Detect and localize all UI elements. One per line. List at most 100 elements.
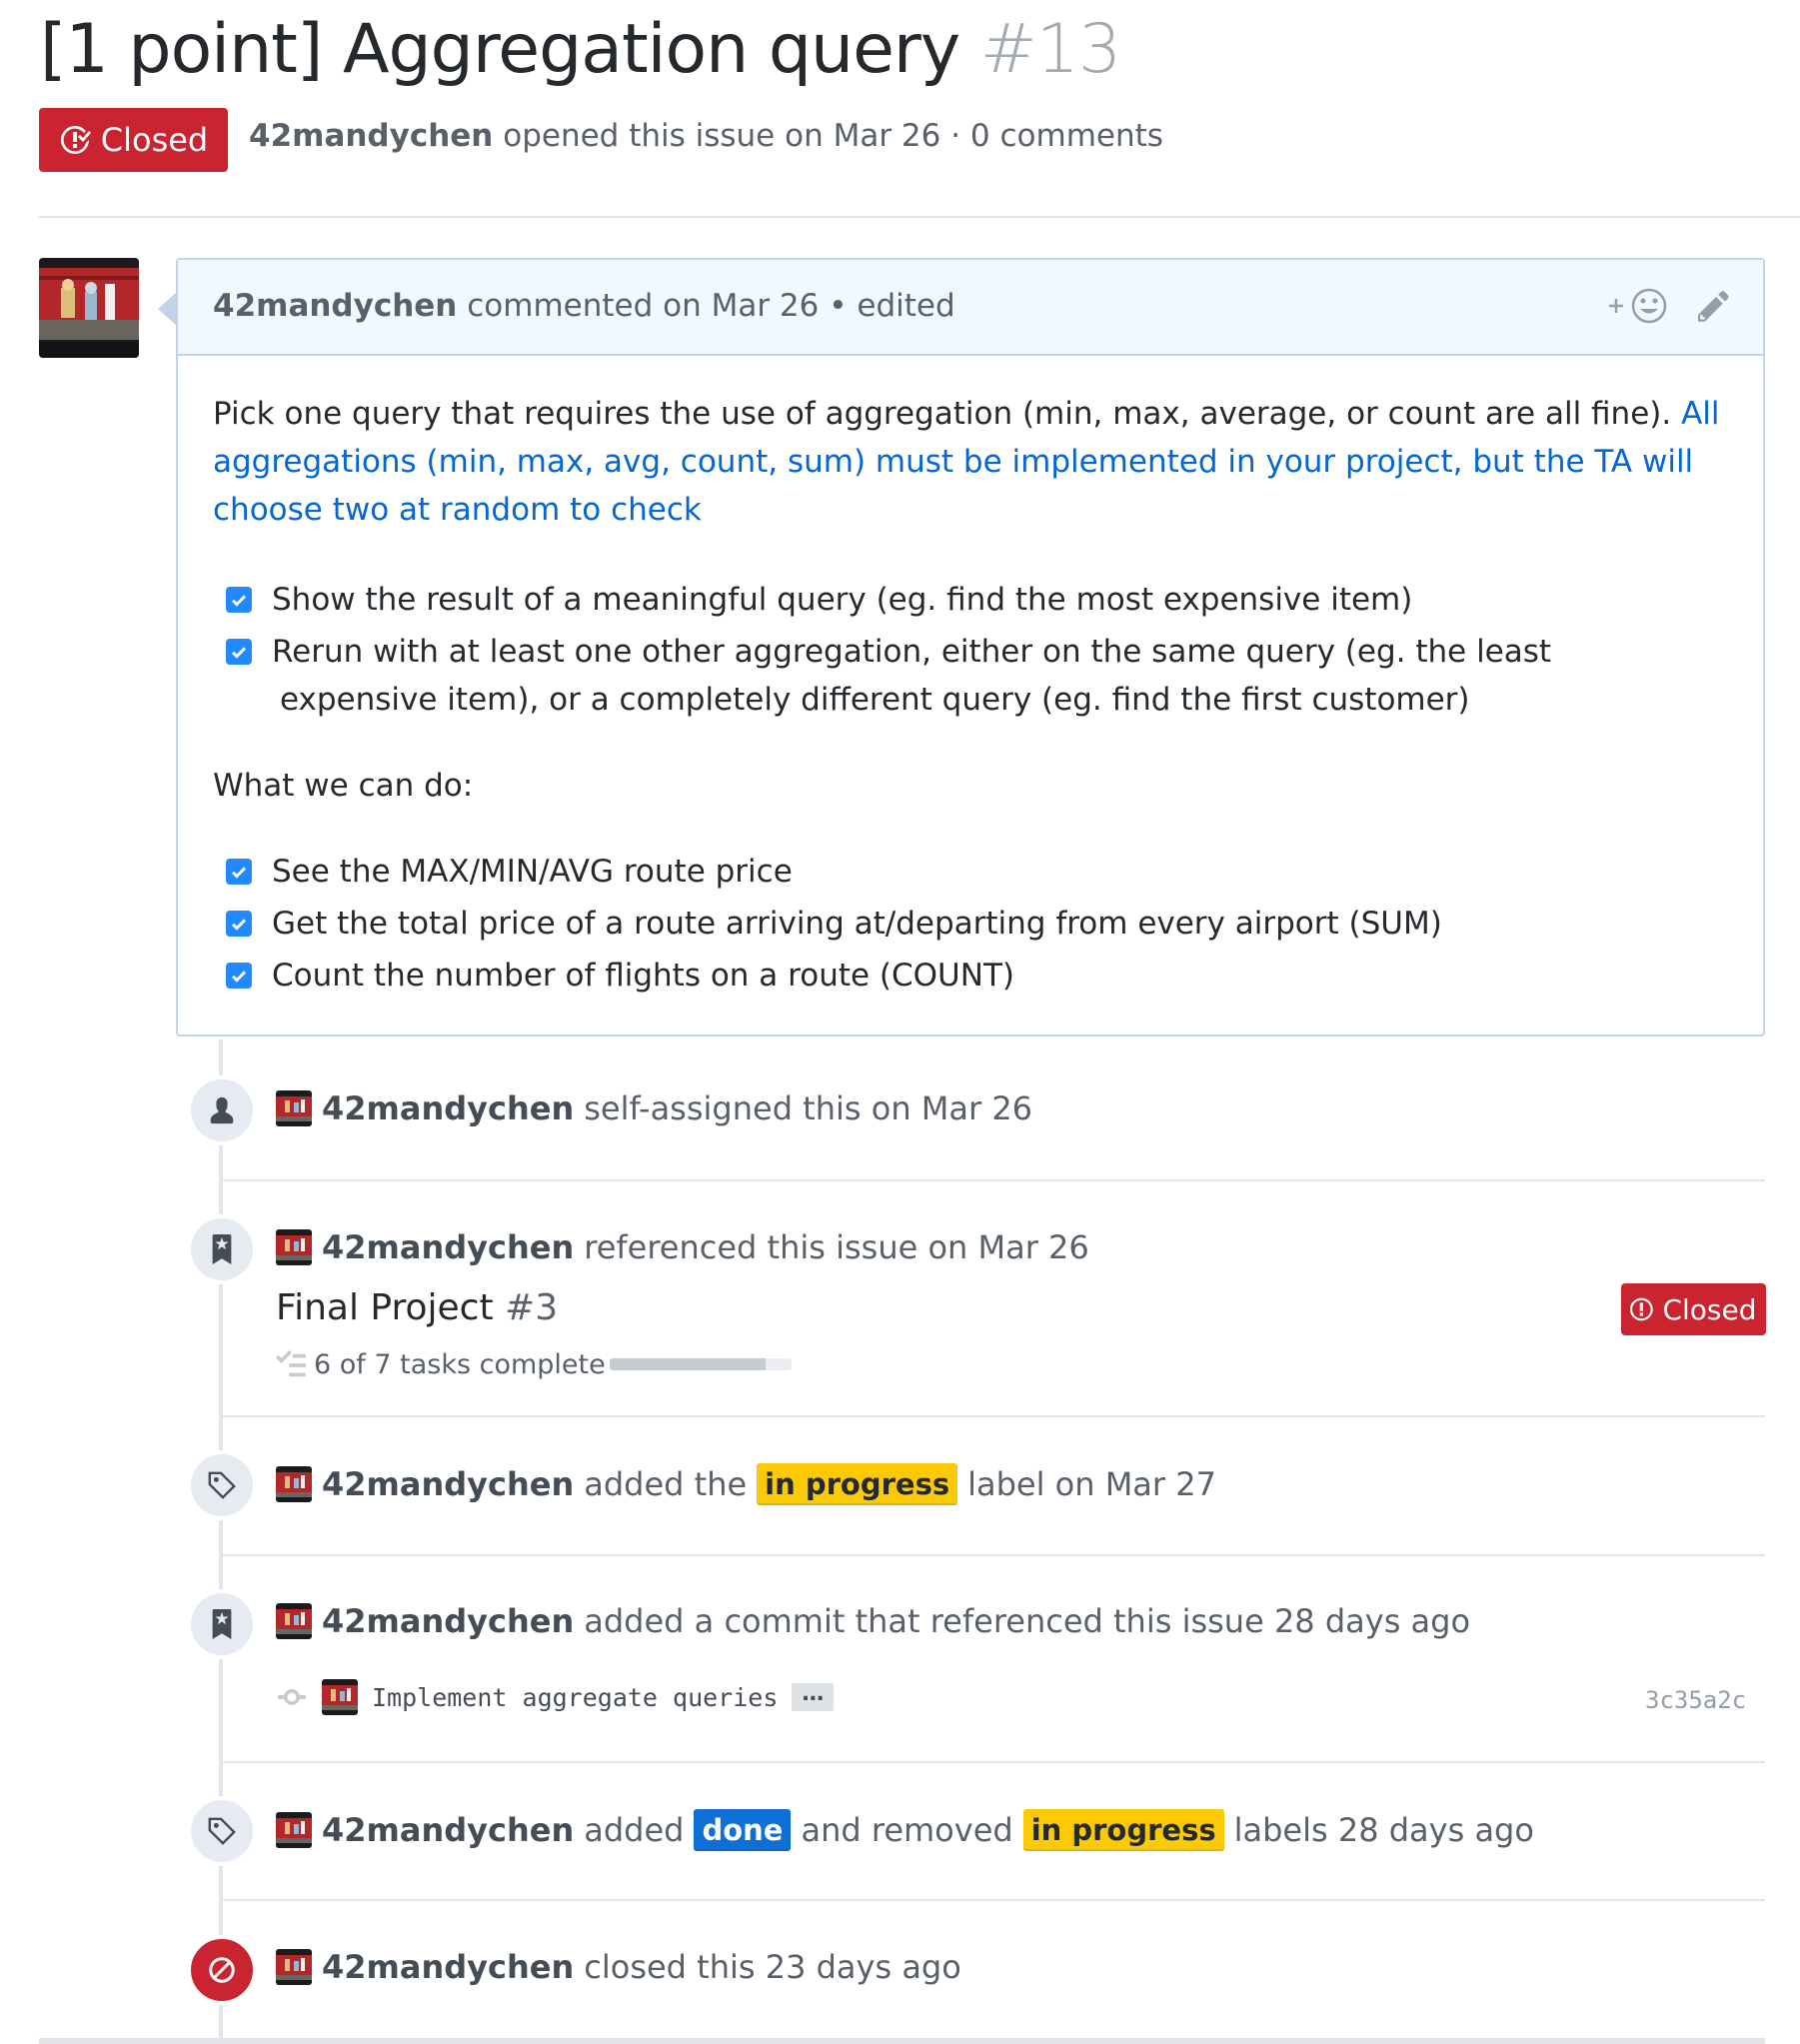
task-list-1: Show the result of a meaningful query (e… (226, 576, 1551, 724)
task-item: Get the total price of a route arriving … (226, 900, 1442, 948)
task-checkbox[interactable] (226, 911, 252, 937)
task-item: Count the number of flights on a route (… (226, 952, 1442, 1000)
task-progress-fill (610, 1358, 766, 1370)
task-text: Rerun with at least one other aggregatio… (272, 634, 1552, 670)
task-text-continuation: expensive item), or a completely differe… (226, 676, 1551, 724)
avatar[interactable] (276, 1466, 312, 1502)
event-text: referenced this issue on Mar 26 (584, 1228, 1089, 1266)
avatar[interactable] (276, 1949, 312, 1985)
pencil-icon[interactable] (1698, 288, 1734, 324)
tag-icon (187, 1796, 257, 1866)
avatar[interactable] (276, 1090, 312, 1126)
referenced-issue-state-badge: Closed (1621, 1283, 1766, 1335)
issue-title: [1 point] Aggregation query #13 (40, 8, 1122, 92)
issue-closed-icon (60, 125, 91, 154)
label-in-progress[interactable]: in progress (1022, 1809, 1224, 1851)
label-done[interactable]: done (694, 1809, 792, 1851)
task-text: Get the total price of a route arriving … (272, 906, 1442, 942)
timeline-separator (219, 1554, 1765, 1556)
timeline-separator (219, 1899, 1765, 1901)
referenced-issue-title[interactable]: Final Project #3 (276, 1287, 558, 1328)
commit-sha-link[interactable]: 3c35a2c (1645, 1686, 1746, 1714)
task-text: Show the result of a meaningful query (e… (272, 582, 1413, 618)
timeline-bottom-rule (39, 2038, 1765, 2044)
circle-slash-icon (187, 1935, 257, 2005)
task-progress-bar (610, 1358, 792, 1370)
intro-plain: Pick one query that requires the use of … (213, 396, 1672, 432)
comment-box: 42mandychen commented on Mar 26 • edited… (176, 258, 1765, 1036)
issue-meta: 42mandychen opened this issue on Mar 26 … (249, 118, 1163, 154)
event-actor-link[interactable]: 42mandychen (322, 1948, 574, 1986)
task-checkbox[interactable] (226, 859, 252, 885)
issue-opened-text: opened this issue on Mar 26 · 0 comments (503, 118, 1163, 154)
comment-header: 42mandychen commented on Mar 26 • edited (178, 260, 1763, 356)
issue-state-badge: Closed (39, 108, 228, 172)
issue-opened-icon (1630, 1297, 1654, 1321)
event-actor-link[interactable]: 42mandychen (322, 1089, 574, 1127)
issue-number: #13 (979, 10, 1122, 89)
tasklist-icon (276, 1349, 306, 1376)
task-checkbox[interactable] (226, 963, 252, 989)
comment-author-link[interactable]: 42mandychen (213, 288, 457, 324)
what-we-can-do-heading: What we can do: (213, 768, 474, 804)
header-divider (39, 216, 1800, 218)
event-text-pre: added (584, 1811, 685, 1849)
issue-author-link[interactable]: 42mandychen (249, 118, 493, 154)
tag-icon (187, 1450, 257, 1520)
comment-intro: Pick one query that requires the use of … (213, 390, 1720, 534)
event-labeled: 42mandychen added the in progress label … (276, 1463, 1216, 1505)
timeline-line (219, 1039, 223, 2044)
event-actor-link[interactable]: 42mandychen (322, 1602, 574, 1640)
event-actor-link[interactable]: 42mandychen (322, 1811, 574, 1849)
person-icon (187, 1075, 257, 1145)
commit-expand-button[interactable]: … (792, 1683, 835, 1711)
event-text-post: label on Mar 27 (967, 1465, 1216, 1503)
event-actor-link[interactable]: 42mandychen (322, 1228, 574, 1266)
comment-caret (158, 292, 177, 326)
avatar[interactable] (322, 1679, 358, 1715)
event-closed: 42mandychen closed this 23 days ago (276, 1948, 961, 1986)
event-referenced: 42mandychen referenced this issue on Mar… (276, 1228, 1089, 1266)
comment-header-text: 42mandychen commented on Mar 26 • edited (213, 288, 955, 324)
task-item: Show the result of a meaningful query (e… (226, 576, 1551, 624)
avatar[interactable] (276, 1812, 312, 1848)
avatar[interactable] (39, 258, 139, 358)
event-text-mid: and removed (801, 1811, 1013, 1849)
task-progress: 6 of 7 tasks complete (276, 1349, 606, 1380)
issue-title-text: [1 point] Aggregation query (40, 10, 960, 89)
event-text-pre: added the (584, 1465, 748, 1503)
bookmark-icon (187, 1214, 257, 1284)
timeline-separator (219, 1761, 1765, 1763)
task-text: See the MAX/MIN/AVG route price (272, 854, 793, 890)
avatar[interactable] (276, 1603, 312, 1639)
event-text: closed this 23 days ago (584, 1948, 961, 1986)
event-actor-link[interactable]: 42mandychen (322, 1465, 574, 1503)
git-commit-icon (278, 1689, 306, 1705)
commit-message-link[interactable]: Implement aggregate queries (372, 1683, 778, 1712)
event-relabeled: 42mandychen added done and removed in pr… (276, 1809, 1534, 1851)
intro-link-part-3: choose two at random to check (213, 492, 702, 528)
event-text: added a commit that referenced this issu… (584, 1602, 1471, 1640)
label-in-progress[interactable]: in progress (757, 1463, 958, 1505)
task-text: expensive item), or a completely differe… (280, 682, 1470, 718)
commit-row: Implement aggregate queries … (276, 1679, 835, 1715)
avatar[interactable] (276, 1229, 312, 1265)
referenced-issue-state: Closed (1662, 1292, 1757, 1326)
issue-state-label: Closed (100, 121, 209, 159)
task-checkbox[interactable] (226, 587, 252, 613)
event-assigned: 42mandychen self-assigned this on Mar 26 (276, 1089, 1032, 1127)
comment-meta[interactable]: commented on Mar 26 • edited (467, 288, 954, 324)
event-commit-referenced: 42mandychen added a commit that referenc… (276, 1602, 1470, 1640)
task-text: Count the number of flights on a route (… (272, 958, 1014, 994)
task-item: See the MAX/MIN/AVG route price (226, 848, 1442, 896)
referenced-issue-number[interactable]: #3 (505, 1287, 558, 1328)
task-checkbox[interactable] (226, 639, 252, 665)
referenced-issue-name[interactable]: Final Project (276, 1287, 494, 1328)
task-list-2: See the MAX/MIN/AVG route price Get the … (226, 848, 1442, 1000)
add-reaction-icon[interactable] (1605, 286, 1671, 326)
event-text-post: labels 28 days ago (1233, 1811, 1534, 1849)
timeline-separator (219, 1415, 1765, 1417)
task-item: Rerun with at least one other aggregatio… (226, 628, 1551, 676)
intro-link-part-1: All (1681, 396, 1720, 432)
intro-link-part-2: aggregations (min, max, avg, count, sum)… (213, 444, 1694, 480)
